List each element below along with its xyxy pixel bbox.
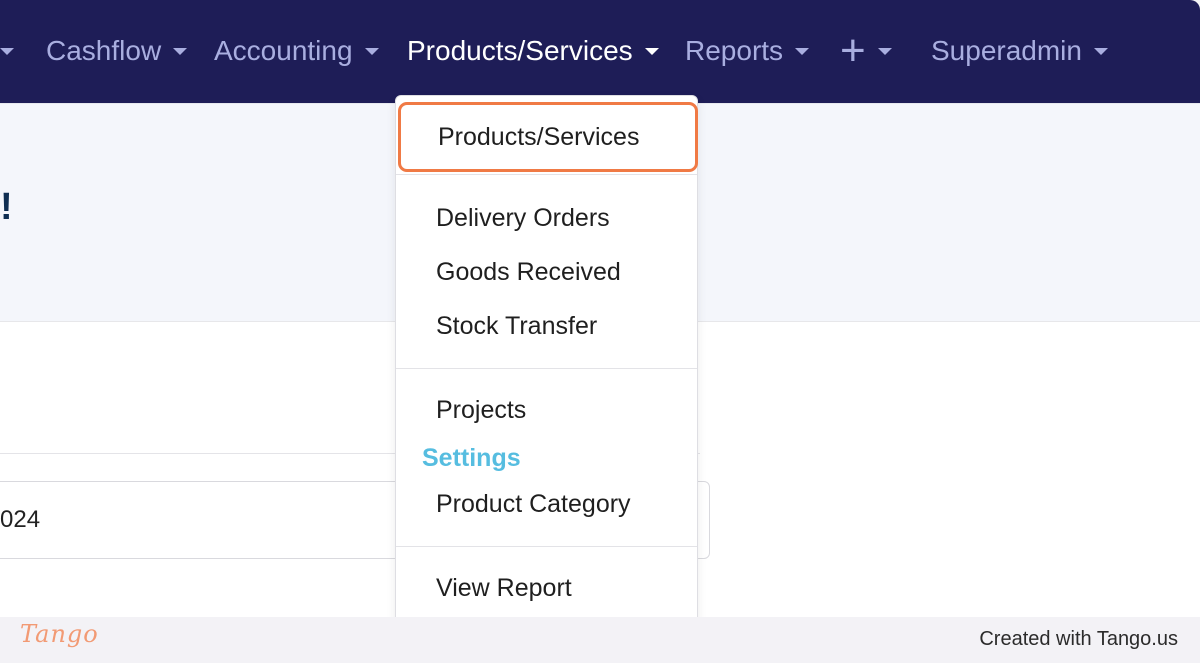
top-navbar: Cashflow Accounting Products/Services Re… bbox=[0, 0, 1200, 103]
nav-superadmin[interactable]: Superadmin bbox=[931, 30, 1108, 72]
menu-item-goods-received[interactable]: Goods Received bbox=[396, 256, 697, 288]
screenshot: Cashflow Accounting Products/Services Re… bbox=[0, 0, 1200, 663]
chevron-down-icon bbox=[795, 47, 810, 55]
nav-accounting[interactable]: Accounting bbox=[214, 30, 379, 72]
menu-item-view-report[interactable]: View Report bbox=[396, 572, 697, 604]
chevron-down-icon bbox=[644, 47, 659, 55]
menu-header-settings: Settings bbox=[422, 444, 521, 472]
menu-divider bbox=[396, 174, 697, 175]
chevron-down-icon bbox=[877, 47, 892, 55]
menu-item-products-services[interactable]: Products/Services bbox=[398, 102, 698, 172]
chevron-down-icon bbox=[1093, 47, 1108, 55]
menu-item-delivery-orders[interactable]: Delivery Orders bbox=[396, 202, 697, 234]
chevron-down-icon bbox=[364, 47, 379, 55]
menu-item-stock-transfer[interactable]: Stock Transfer bbox=[396, 310, 697, 342]
menu-item-projects[interactable]: Projects bbox=[396, 394, 697, 426]
nav-reports[interactable]: Reports bbox=[685, 30, 810, 72]
nav-cashflow-label: Cashflow bbox=[46, 35, 162, 66]
nav-products-services-label: Products/Services bbox=[407, 35, 633, 66]
menu-divider bbox=[396, 368, 697, 369]
nav-add[interactable]: + bbox=[840, 26, 892, 75]
menu-item-product-category[interactable]: Product Category bbox=[396, 488, 697, 520]
products-services-dropdown: Products/Services Delivery Orders Goods … bbox=[395, 95, 698, 635]
nav-reports-label: Reports bbox=[685, 35, 784, 66]
nav-superadmin-label: Superadmin bbox=[931, 35, 1082, 66]
menu-divider bbox=[396, 546, 697, 547]
chevron-down-icon bbox=[173, 47, 188, 55]
nav-products-services[interactable]: Products/Services bbox=[407, 30, 659, 72]
tango-logo: Tango bbox=[20, 620, 99, 648]
plus-icon: + bbox=[840, 26, 866, 75]
created-with-text: Created with Tango.us bbox=[979, 628, 1178, 650]
nav-cashflow[interactable]: Cashflow bbox=[46, 30, 188, 72]
date-input-value: 024 bbox=[0, 506, 41, 533]
page-heading-fragment: ! bbox=[0, 186, 13, 228]
nav-accounting-label: Accounting bbox=[214, 35, 353, 66]
caret-down-icon[interactable] bbox=[0, 48, 14, 55]
